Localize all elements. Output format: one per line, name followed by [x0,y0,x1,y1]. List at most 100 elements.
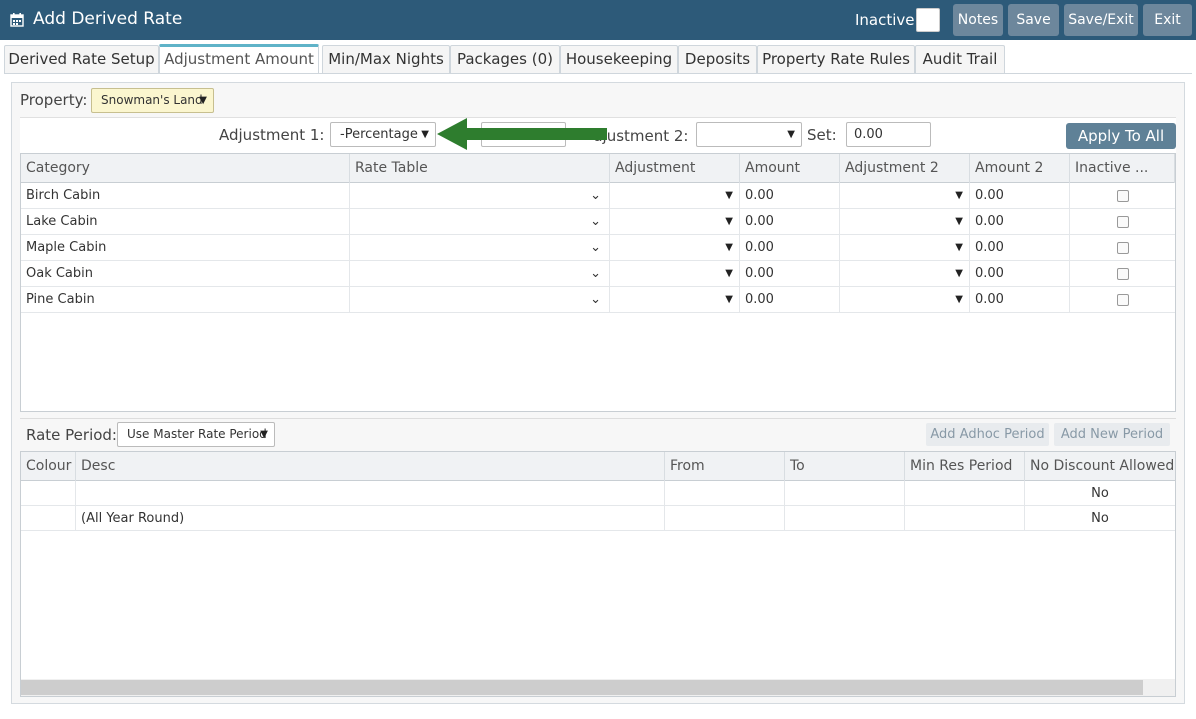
amount-cell[interactable]: 0.00 [740,183,840,209]
tab-deposits[interactable]: Deposits [678,45,757,73]
adjustment-select[interactable]: ▼ [610,235,740,261]
adjustment1-value: -Percentage [340,127,418,142]
save-exit-button[interactable]: Save/Exit [1064,4,1138,36]
col-from[interactable]: From [665,452,785,481]
rate-table-select[interactable]: ⌄ [350,261,610,287]
adjustment2-select[interactable]: ▼ [696,122,802,147]
amount2-cell[interactable]: 0.00 [970,183,1070,209]
no-discount-cell: No [1091,486,1109,501]
scrollbar-thumb[interactable] [21,680,1143,695]
rate-period-select[interactable]: Use Master Rate Period ▼ [117,422,275,447]
tab-adjustment-amount[interactable]: Adjustment Amount [159,44,319,73]
property-label: Property: [20,91,88,109]
dropdown-caret-icon: ▼ [787,129,795,140]
tab-packages[interactable]: Packages (0) [450,45,560,73]
adjustment2-select[interactable]: ▼ [840,183,970,209]
dropdown-caret-icon: ▼ [199,95,207,106]
amount-cell[interactable]: 0.00 [740,287,840,313]
table-row[interactable]: No [21,481,1175,506]
table-row: Pine Cabin ⌄ ▼ 0.00 ▼ 0.00 [21,287,1175,313]
desc-cell [76,481,665,506]
property-select[interactable]: Snowman's Land ▼ [91,88,214,113]
chevron-down-icon: ⌄ [590,214,601,229]
category-cell: Maple Cabin [21,235,350,261]
amount2-cell[interactable]: 0.00 [970,235,1070,261]
set-input[interactable]: 0.00 [846,122,931,147]
col-adjustment2[interactable]: Adjustment 2 [840,154,970,183]
category-grid: Category Rate Table Adjustment Amount Ad… [20,153,1176,412]
col-category[interactable]: Category [21,154,350,183]
category-cell: Lake Cabin [21,209,350,235]
period-grid-header: Colour Desc From To Min Res Period No Di… [21,452,1175,481]
from-cell [665,481,785,506]
dropdown-caret-icon: ▼ [725,294,733,305]
col-min-res-period[interactable]: Min Res Period [905,452,1025,481]
inactive-checkbox[interactable] [1117,268,1129,280]
col-to[interactable]: To [785,452,905,481]
inactive-checkbox[interactable] [1117,242,1129,254]
col-colour[interactable]: Colour [21,452,76,481]
category-cell: Pine Cabin [21,287,350,313]
category-cell: Birch Cabin [21,183,350,209]
table-row: Birch Cabin ⌄ ▼ 0.00 ▼ 0.00 [21,183,1175,209]
col-no-discount[interactable]: No Discount Allowed [1025,452,1175,481]
adjustment-select[interactable]: ▼ [610,183,740,209]
no-discount-cell: No [1091,511,1109,526]
adjustment-select[interactable]: ▼ [610,287,740,313]
amount2-cell[interactable]: 0.00 [970,261,1070,287]
adjustment2-select[interactable]: ▼ [840,209,970,235]
amount-cell[interactable]: 0.00 [740,261,840,287]
col-desc[interactable]: Desc [76,452,665,481]
tab-audit-trail[interactable]: Audit Trail [915,45,1005,73]
to-cell [785,506,905,531]
table-row[interactable]: (All Year Round) No [21,506,1175,531]
col-amount2[interactable]: Amount 2 [970,154,1070,183]
rate-table-select[interactable]: ⌄ [350,209,610,235]
tab-derived-rate-setup[interactable]: Derived Rate Setup [4,45,159,73]
amount2-cell[interactable]: 0.00 [970,287,1070,313]
adjustment2-select[interactable]: ▼ [840,287,970,313]
rate-table-select[interactable]: ⌄ [350,183,610,209]
apply-to-all-button[interactable]: Apply To All [1066,123,1176,149]
save-button[interactable]: Save [1008,4,1059,36]
adjustment2-select[interactable]: ▼ [840,235,970,261]
rate-period-label: Rate Period: [26,426,117,444]
inactive-checkbox[interactable] [1117,216,1129,228]
add-adhoc-period-button[interactable]: Add Adhoc Period [926,423,1049,446]
inactive-checkbox[interactable] [1117,294,1129,306]
adjustment1-select[interactable]: -Percentage ▼ [330,122,436,147]
amount-cell[interactable]: 0.00 [740,235,840,261]
dropdown-caret-icon: ▼ [955,190,963,201]
amount-cell[interactable]: 0.00 [740,209,840,235]
dropdown-caret-icon: ▼ [955,216,963,227]
adjustment2-select[interactable]: ▼ [840,261,970,287]
col-inactive[interactable]: Inactive ... [1070,154,1175,183]
dropdown-caret-icon: ▼ [955,268,963,279]
adjustment-select[interactable]: ▼ [610,209,740,235]
rate-table-select[interactable]: ⌄ [350,287,610,313]
notes-button[interactable]: Notes [953,4,1003,36]
horizontal-scrollbar[interactable] [21,679,1175,696]
annotation-arrow-icon [437,118,607,150]
adjustment2-label: djustment 2: [593,127,689,145]
dropdown-caret-icon: ▼ [725,216,733,227]
adjustment-select[interactable]: ▼ [610,261,740,287]
col-rate-table[interactable]: Rate Table [350,154,610,183]
tab-housekeeping[interactable]: Housekeeping [560,45,678,73]
exit-button[interactable]: Exit [1143,4,1192,36]
rate-table-select[interactable]: ⌄ [350,235,610,261]
min-res-cell [905,506,1025,531]
adjustment1-label: Adjustment 1: [219,126,325,144]
calendar-icon [10,13,24,27]
col-amount[interactable]: Amount [740,154,840,183]
tab-min-max-nights[interactable]: Min/Max Nights [322,45,450,73]
inactive-checkbox[interactable] [1117,190,1129,202]
amount2-cell[interactable]: 0.00 [970,209,1070,235]
add-new-period-button[interactable]: Add New Period [1054,423,1170,446]
colour-cell [21,481,76,506]
tab-property-rate-rules[interactable]: Property Rate Rules [757,45,915,73]
inactive-checkbox[interactable] [916,8,940,32]
set-label: Set: [807,126,837,144]
col-adjustment[interactable]: Adjustment [610,154,740,183]
from-cell [665,506,785,531]
